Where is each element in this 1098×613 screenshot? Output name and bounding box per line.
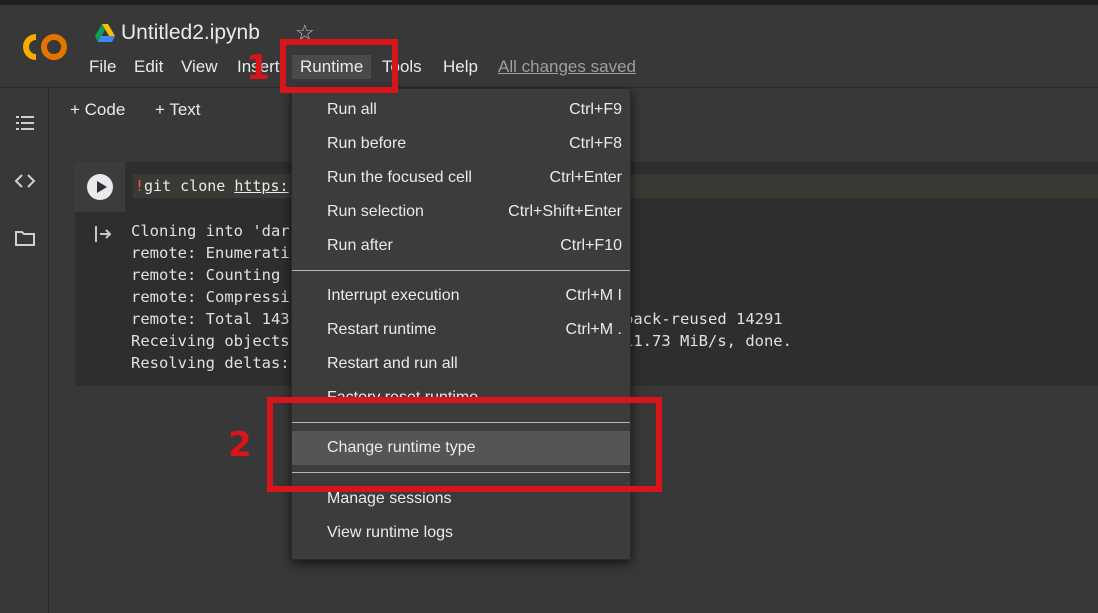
code-url: https: <box>234 177 289 195</box>
save-status-link[interactable]: All changes saved <box>498 57 636 77</box>
menu-view[interactable]: View <box>181 57 218 77</box>
menu-item-run-focused-cell[interactable]: Run the focused cell Ctrl+Enter <box>292 161 630 195</box>
output-line: Receiving objects <box>131 332 290 350</box>
menu-item-run-after[interactable]: Run after Ctrl+F10 <box>292 229 630 263</box>
google-drive-icon[interactable] <box>95 24 115 42</box>
menu-file[interactable]: File <box>89 57 116 77</box>
menu-item-interrupt-execution[interactable]: Interrupt execution Ctrl+M I <box>292 279 630 313</box>
shell-bang: ! <box>135 177 145 195</box>
menu-item-restart-and-run-all[interactable]: Restart and run all <box>292 347 630 381</box>
output-line: pack-reused 14291 <box>624 310 783 328</box>
left-sidebar <box>0 88 49 613</box>
menu-item-run-before[interactable]: Run before Ctrl+F8 <box>292 127 630 161</box>
menu-item-run-all[interactable]: Run all Ctrl+F9 <box>292 93 630 127</box>
menu-item-view-runtime-logs[interactable]: View runtime logs <box>292 516 630 550</box>
output-line: Cloning into 'dar <box>131 222 290 240</box>
output-line: 11.73 MiB/s, done. <box>624 332 792 350</box>
cell-gutter <box>75 162 125 212</box>
colab-logo[interactable] <box>18 29 70 65</box>
annotation-step-1: 1 <box>246 48 270 88</box>
output-line: remote: Total 143 <box>131 310 290 328</box>
code-snippets-icon[interactable] <box>14 170 36 192</box>
output-line: remote: Compressi <box>131 288 290 306</box>
menu-item-run-selection[interactable]: Run selection Ctrl+Shift+Enter <box>292 195 630 229</box>
output-tail: pack-reused 14291 11.73 MiB/s, done. <box>624 308 792 352</box>
header: Untitled2.ipynb ☆ File Edit View Insert … <box>0 5 1098 88</box>
output-line: Resolving deltas: <box>131 354 290 372</box>
files-folder-icon[interactable] <box>14 227 36 249</box>
table-of-contents-icon[interactable] <box>14 112 36 134</box>
annotation-box-runtime <box>280 39 398 93</box>
code-command: git clone <box>144 177 235 195</box>
run-cell-button[interactable] <box>87 174 113 200</box>
add-code-button[interactable]: + Code <box>70 100 125 120</box>
add-text-button[interactable]: + Text <box>155 100 201 120</box>
menu-separator <box>292 270 630 271</box>
output-clear-icon[interactable] <box>93 224 113 244</box>
cell-output: Cloning into 'dar remote: Enumerati remote… <box>131 220 290 374</box>
annotation-box-change-runtime <box>267 397 662 492</box>
menu-help[interactable]: Help <box>443 57 478 77</box>
output-line: remote: Counting <box>131 266 290 284</box>
annotation-step-2: 2 <box>228 425 252 465</box>
output-line: remote: Enumerati <box>131 244 290 262</box>
notebook-title[interactable]: Untitled2.ipynb <box>121 21 260 45</box>
menu-edit[interactable]: Edit <box>134 57 163 77</box>
menu-item-restart-runtime[interactable]: Restart runtime Ctrl+M . <box>292 313 630 347</box>
